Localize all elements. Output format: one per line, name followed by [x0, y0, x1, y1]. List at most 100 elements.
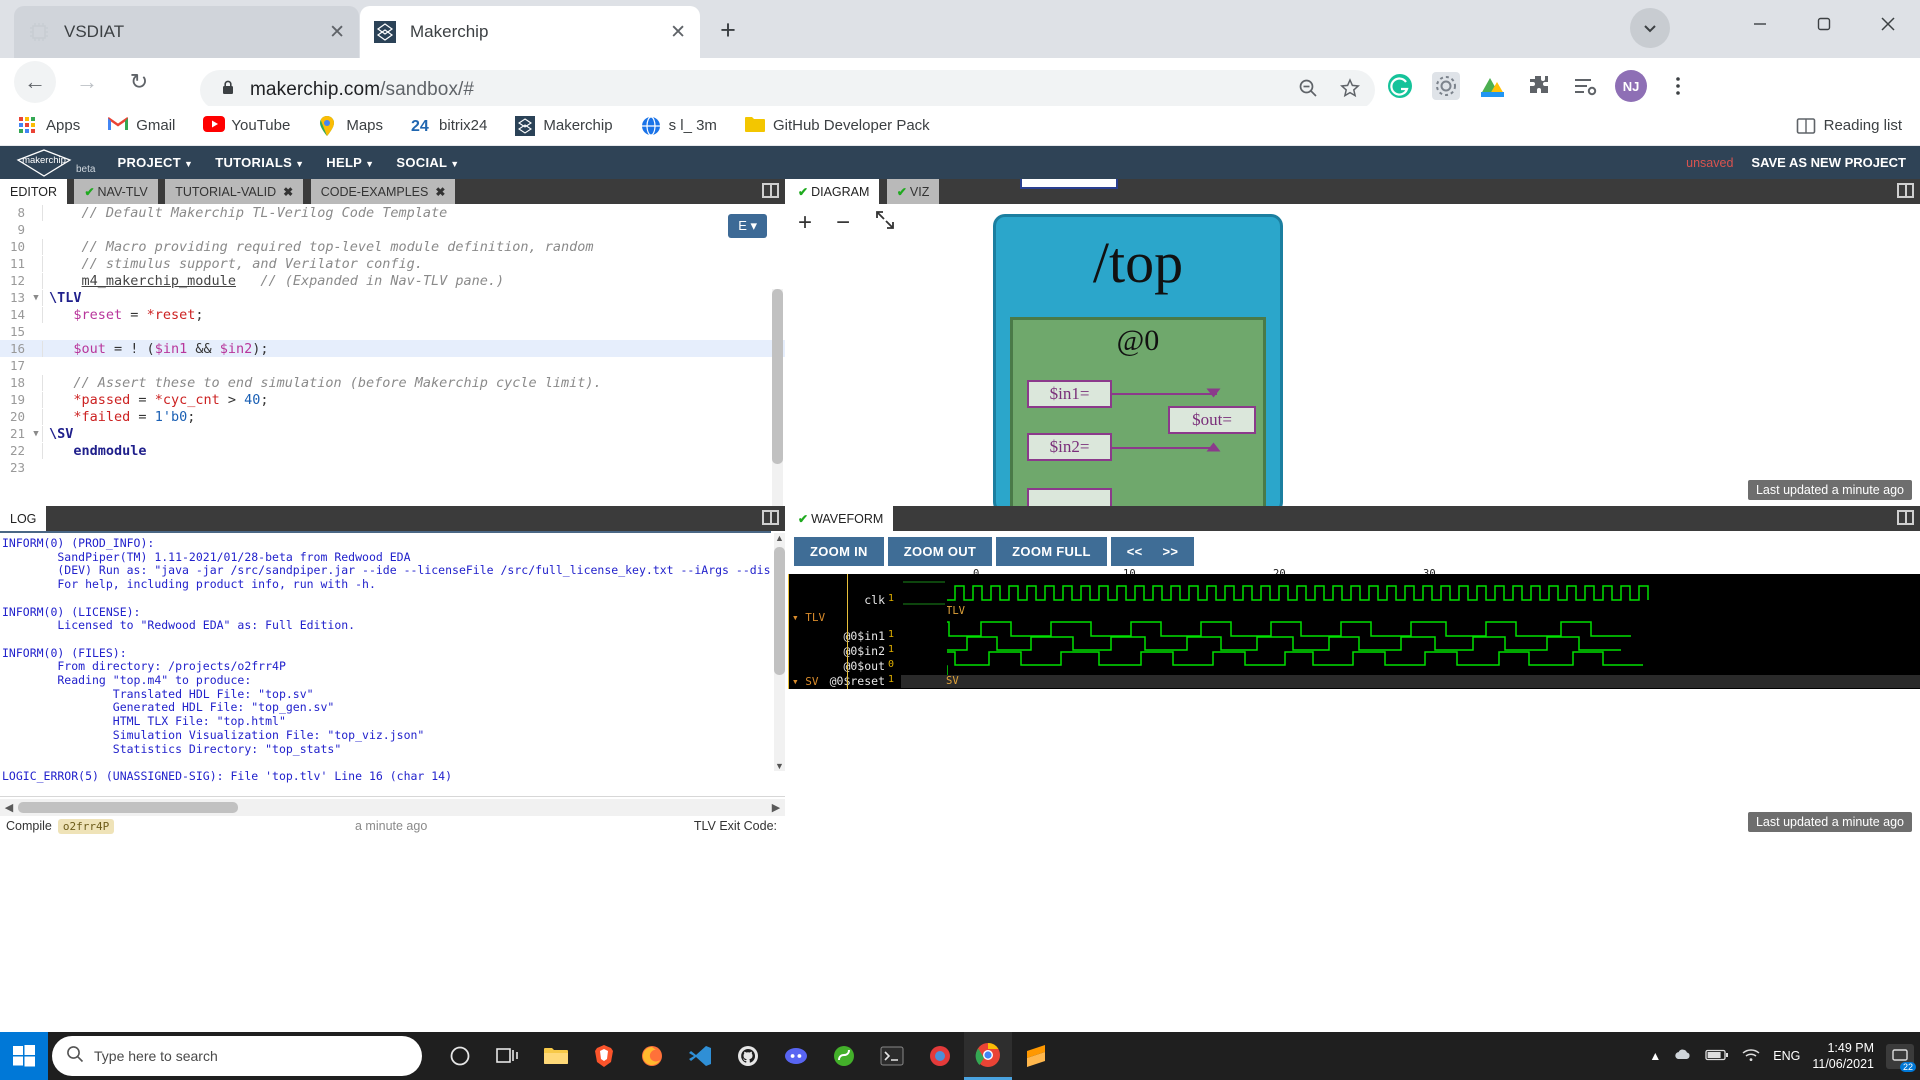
language-indicator[interactable]: ENG [1773, 1049, 1800, 1063]
clock[interactable]: 1:49 PM 11/06/2021 [1812, 1040, 1874, 1072]
waveform-cursor-line[interactable] [847, 574, 848, 689]
grammarly-icon[interactable] [1385, 71, 1415, 101]
code-line[interactable]: 14 $reset = *reset; [0, 306, 785, 323]
menu-social[interactable]: SOCIAL ▼ [396, 155, 459, 170]
taskbar-search-input[interactable]: Type here to search [52, 1036, 422, 1076]
discord-icon[interactable] [772, 1032, 820, 1080]
code-line[interactable]: 9 [0, 221, 785, 238]
waveform-cursor[interactable] [788, 574, 789, 689]
bookmark-sl3m[interactable]: s l_ 3m [641, 115, 717, 136]
vscode-icon[interactable] [676, 1032, 724, 1080]
code-line[interactable]: 20 *failed = 1'b0; [0, 408, 785, 425]
menu-help[interactable]: HELP ▼ [326, 155, 374, 170]
tab-code-examples[interactable]: CODE-EXAMPLES ✖ [310, 179, 456, 204]
window-maximize-button[interactable] [1792, 0, 1856, 48]
anaconda-icon[interactable] [820, 1032, 868, 1080]
bookmark-youtube[interactable]: YouTube [203, 115, 290, 136]
code-editor[interactable]: 8 // Default Makerchip TL-Verilog Code T… [0, 204, 785, 506]
file-explorer-icon[interactable] [532, 1032, 580, 1080]
makerchip-logo[interactable]: makerchip beta [14, 148, 95, 178]
terminal-icon[interactable] [868, 1032, 916, 1080]
zoom-in-icon[interactable]: + [798, 209, 812, 238]
zoom-in-button[interactable]: ZOOM IN [794, 537, 884, 566]
code-line[interactable]: 10 // Macro providing required top-level… [0, 238, 785, 255]
tray-chevron-icon[interactable]: ▲ [1649, 1049, 1661, 1063]
bookmark-apps[interactable]: Apps [18, 116, 80, 136]
tab-diagram[interactable]: ✔ DIAGRAM [788, 179, 880, 204]
avatar[interactable]: NJ [1615, 70, 1647, 102]
zoom-out-icon[interactable] [1297, 77, 1319, 104]
log-scrollbar[interactable]: ▲ ▼ [774, 533, 785, 771]
window-minimize-button[interactable] [1728, 0, 1792, 48]
tab-close-icon[interactable]: ✕ [670, 23, 686, 42]
code-line[interactable]: 16 $out = ! ($in1 && $in2); [0, 340, 785, 357]
tab-waveform[interactable]: ✔ WAVEFORM [788, 506, 894, 531]
address-bar[interactable]: makerchip.com/sandbox/# [200, 70, 1375, 110]
firefox-icon[interactable] [628, 1032, 676, 1080]
tab-viz[interactable]: ✔ VIZ [886, 179, 940, 204]
github-icon[interactable] [724, 1032, 772, 1080]
brave-icon[interactable] [580, 1032, 628, 1080]
tab-nav-tlv[interactable]: ✔ NAV-TLV [74, 179, 158, 204]
window-close-button[interactable] [1856, 0, 1920, 48]
code-line[interactable]: 21 ▼ \SV [0, 425, 785, 442]
signal-in2[interactable]: $in2= [1027, 433, 1112, 461]
code-line[interactable]: 11 // stimulus support, and Verilator co… [0, 255, 785, 272]
reload-button[interactable]: ↻ [118, 61, 160, 103]
waveform-canvas[interactable]: clk 1 ▾ TLV @0$in1 1 @0$in2 1 @0$out 0 @… [788, 574, 1920, 689]
zoom-out-icon[interactable]: − [836, 209, 850, 238]
signal-name-clk[interactable]: clk [864, 593, 885, 607]
code-line[interactable]: 13 ▼ \TLV [0, 289, 785, 306]
bookmark-maps[interactable]: Maps [318, 115, 383, 136]
notification-badge[interactable]: 22 [1886, 1043, 1916, 1072]
chrome-icon[interactable] [964, 1032, 1012, 1080]
scroll-right-arrow-icon[interactable]: ▶ [767, 801, 785, 814]
fold-arrow-icon[interactable]: ▼ [30, 293, 42, 303]
step-back-button[interactable]: << [1127, 544, 1143, 559]
code-line[interactable]: 12 m4_makerchip_module // (Expanded in N… [0, 272, 785, 289]
code-line[interactable]: 22 endmodule [0, 442, 785, 459]
reading-list-button[interactable]: Reading list [1796, 116, 1902, 136]
code-line[interactable]: 15 [0, 323, 785, 340]
scroll-left-arrow-icon[interactable]: ◀ [0, 801, 18, 814]
onedrive-icon[interactable] [1673, 1048, 1693, 1065]
browser-profile-button[interactable] [1630, 8, 1670, 48]
signal-name-in2[interactable]: @0$in2 [843, 644, 885, 658]
tab-close-icon[interactable]: ✕ [329, 23, 345, 42]
new-tab-button[interactable]: + [710, 12, 746, 48]
tab-log[interactable]: LOG [0, 506, 47, 531]
fold-arrow-icon[interactable]: ▼ [30, 429, 42, 439]
signal-out[interactable]: $out= [1168, 406, 1256, 434]
editor-mode-button[interactable]: E ▾ [728, 214, 767, 238]
code-line[interactable]: 23 [0, 459, 785, 476]
scroll-down-arrow-icon[interactable]: ▼ [774, 761, 785, 771]
puzzle-extensions-icon[interactable] [1523, 71, 1553, 101]
split-pane-icon[interactable] [762, 183, 779, 198]
close-icon[interactable]: ✖ [435, 185, 445, 199]
browser-menu-icon[interactable] [1663, 71, 1693, 101]
code-line[interactable]: 17 [0, 357, 785, 374]
app-icon[interactable] [916, 1032, 964, 1080]
save-as-new-project-button[interactable]: SAVE AS NEW PROJECT [1751, 155, 1906, 170]
waveform-nav-buttons[interactable]: << >> [1110, 537, 1195, 566]
split-pane-icon[interactable] [762, 510, 779, 525]
tab-tutorial-valid[interactable]: TUTORIAL-VALID ✖ [165, 179, 304, 204]
sublime-icon[interactable] [1012, 1032, 1060, 1080]
signal-name-reset[interactable]: @0$reset [830, 674, 885, 688]
bookmark-star-icon[interactable] [1339, 77, 1361, 104]
forward-button[interactable]: → [66, 61, 108, 103]
editor-scroll-thumb[interactable] [772, 289, 783, 464]
cortana-icon[interactable] [436, 1032, 484, 1080]
zoom-out-button[interactable]: ZOOM OUT [887, 537, 993, 566]
reading-list-icon[interactable] [1569, 71, 1599, 101]
split-pane-icon[interactable] [1897, 510, 1914, 525]
editor-scrollbar[interactable]: ▼ [772, 289, 783, 506]
bookmark-bitrix24[interactable]: 24 bitrix24 [411, 116, 487, 136]
bookmark-github-developer-pack[interactable]: GitHub Developer Pack [744, 116, 930, 136]
split-pane-icon[interactable] [1897, 183, 1914, 198]
menu-tutorials[interactable]: TUTORIALS ▼ [215, 155, 304, 170]
settings-extension-icon[interactable] [1431, 71, 1461, 101]
step-forward-button[interactable]: >> [1163, 544, 1179, 559]
start-button[interactable] [0, 1032, 48, 1080]
bookmark-gmail[interactable]: Gmail [107, 115, 175, 136]
